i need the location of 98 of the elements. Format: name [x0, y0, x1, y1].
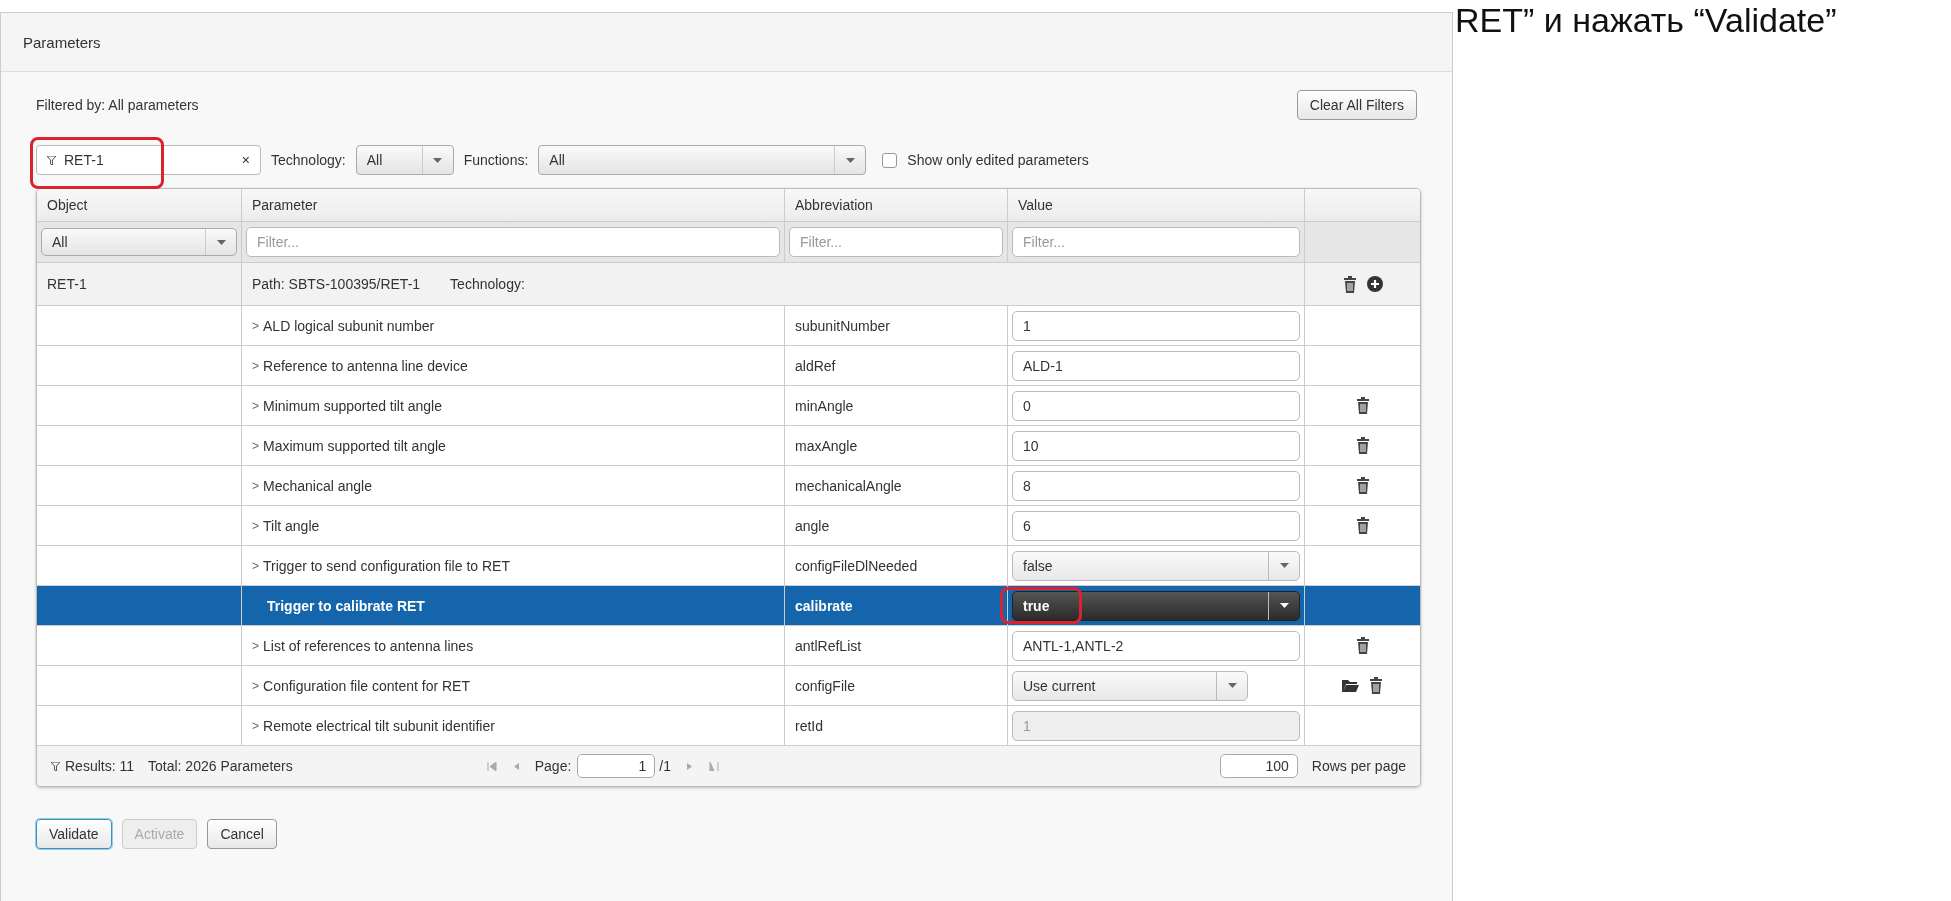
slide-text: RET” и нажать “Validate” — [1455, 0, 1837, 40]
expand-toggle[interactable]: > — [252, 358, 259, 373]
parameter-name: Trigger to calibrate RET — [267, 597, 425, 614]
expand-toggle[interactable]: > — [252, 398, 259, 413]
table-cell: RET-1 — [47, 276, 87, 292]
dialog-button[interactable]: Cancel — [207, 819, 277, 849]
window-title: Parameters — [23, 33, 101, 51]
caret-icon — [433, 157, 443, 163]
expand-toggle[interactable]: > — [252, 558, 259, 573]
abbreviation-cell: subunitNumber — [795, 317, 890, 334]
abbreviation-cell: configFileDlNeeded — [795, 557, 918, 574]
value-field[interactable]: 1 — [1012, 310, 1300, 341]
column-header[interactable]: Object — [47, 197, 88, 213]
parameter-name: Configuration file content for RET — [263, 677, 470, 694]
expand-toggle[interactable]: > — [252, 518, 259, 533]
parameter-name: Maximum supported tilt angle — [263, 437, 446, 454]
table-row[interactable]: > ALD logical subunit number subunitNumber 1 — [37, 306, 1420, 346]
rows-per-page-field[interactable]: 100 — [1219, 754, 1298, 778]
filter-icon — [51, 761, 60, 771]
expand-toggle[interactable]: > — [252, 438, 259, 453]
abbreviation-cell: aldRef — [795, 357, 836, 374]
abbreviation-cell: minAngle — [795, 397, 854, 414]
path-text: Path: SBTS-100395/RET-1 — [252, 276, 421, 292]
table-row[interactable]: > Minimum supported tilt angle minAngle 0 — [37, 386, 1420, 426]
checkbox[interactable] — [882, 152, 898, 168]
expand-toggle[interactable]: > — [252, 638, 259, 653]
value-field[interactable]: 8 — [1012, 470, 1300, 501]
rows-per-page-label: Rows per page — [1311, 758, 1406, 774]
value-field[interactable]: 0 — [1012, 390, 1300, 421]
value-field[interactable]: 6 — [1012, 510, 1300, 541]
parameter-name: Mechanical angle — [263, 477, 372, 494]
technology-label: Technology: — [271, 152, 346, 168]
table-row[interactable]: > Maximum supported tilt angle maxAngle 10 — [37, 426, 1420, 466]
technology-text: Technology: — [450, 276, 525, 292]
caret-icon — [1279, 563, 1289, 568]
expand-toggle[interactable]: > — [252, 318, 259, 333]
parameter-name: Remote electrical tilt subunit identifier — [263, 717, 495, 734]
trash-icon[interactable] — [1342, 275, 1357, 293]
caret-icon — [1279, 603, 1289, 608]
search-field[interactable]: RET-1 × — [36, 145, 261, 175]
filter-icon — [47, 155, 56, 165]
table-row[interactable]: > Mechanical angle mechanicalAngle 8 — [37, 466, 1420, 506]
value-select[interactable]: true — [1012, 590, 1300, 621]
caret-icon — [845, 157, 855, 163]
clear-filters-button[interactable]: Clear All Filters — [1296, 90, 1417, 120]
table-row[interactable]: > Reference to antenna line device aldRef ALD-1 — [37, 346, 1420, 386]
value-select[interactable]: false — [1012, 550, 1300, 581]
abbreviation-cell: configFile — [795, 677, 855, 694]
caret-icon — [1227, 683, 1237, 688]
total-count: Total: 2026 Parameters — [148, 758, 293, 774]
table-row[interactable]: > Configuration file content for RET configFile Use current — [37, 666, 1420, 706]
parameter-name: List of references to antenna lines — [263, 637, 474, 654]
abbreviation-cell: retId — [795, 717, 823, 734]
parameter-name: Tilt angle — [263, 517, 320, 534]
trash-icon[interactable] — [1355, 477, 1370, 494]
table-row[interactable]: Trigger to calibrate RET calibrate true — [37, 586, 1420, 626]
expand-toggle[interactable]: > — [252, 678, 259, 693]
folder-icon[interactable] — [1342, 679, 1359, 692]
trash-icon[interactable] — [1355, 637, 1370, 654]
parameter-name: Minimum supported tilt angle — [263, 397, 442, 414]
clear-button[interactable]: × — [241, 152, 250, 168]
value-select[interactable]: Use current — [1012, 670, 1249, 701]
value-field[interactable]: ALD-1 — [1012, 350, 1300, 381]
value-field[interactable]: ANTL-1,ANTL-2 — [1012, 630, 1300, 661]
functions-label: Functions: — [463, 152, 529, 168]
abbreviation-cell: maxAngle — [795, 437, 858, 454]
table-row[interactable]: > List of references to antenna lines antlRefList ANTL-1,ANTL-2 — [37, 626, 1420, 666]
abbreviation-cell: angle — [795, 517, 830, 534]
trash-icon[interactable] — [1355, 437, 1370, 454]
column-header[interactable]: Parameter — [252, 197, 318, 213]
add-icon[interactable] — [1366, 276, 1383, 292]
expand-toggle[interactable]: > — [252, 718, 259, 733]
abbreviation-cell: calibrate — [795, 597, 853, 614]
functions-select[interactable]: All — [538, 145, 867, 175]
value-field: 1 — [1012, 710, 1300, 741]
checkbox-label: Show only edited parameters — [907, 152, 1089, 168]
table-row[interactable]: > Tilt angle angle 6 — [37, 506, 1420, 546]
value-field[interactable]: 10 — [1012, 430, 1300, 461]
dialog-button[interactable]: Validate — [36, 819, 112, 849]
results-count: Results: 11 — [65, 758, 134, 774]
page-label: Page: — [534, 758, 572, 774]
trash-icon[interactable] — [1355, 397, 1370, 414]
parameter-name: ALD logical subunit number — [263, 317, 435, 334]
caret-icon — [216, 239, 226, 245]
column-header[interactable]: Abbreviation — [795, 197, 873, 213]
abbreviation-cell: mechanicalAngle — [795, 477, 902, 494]
trash-icon[interactable] — [1369, 677, 1383, 694]
page-field[interactable]: 1 — [577, 754, 656, 778]
technology-select[interactable]: All — [355, 145, 454, 175]
abbreviation-cell: antlRefList — [795, 637, 862, 654]
filter-select[interactable]: All — [41, 228, 237, 256]
expand-toggle[interactable]: > — [252, 478, 259, 493]
filter-summary: Filtered by: All parameters — [36, 97, 199, 113]
parameter-name: Trigger to send configuration file to RET — [263, 557, 510, 574]
parameter-name: Reference to antenna line device — [263, 357, 468, 374]
page-count: /1 — [659, 758, 672, 774]
column-header[interactable]: Value — [1018, 197, 1053, 213]
trash-icon[interactable] — [1355, 517, 1370, 534]
